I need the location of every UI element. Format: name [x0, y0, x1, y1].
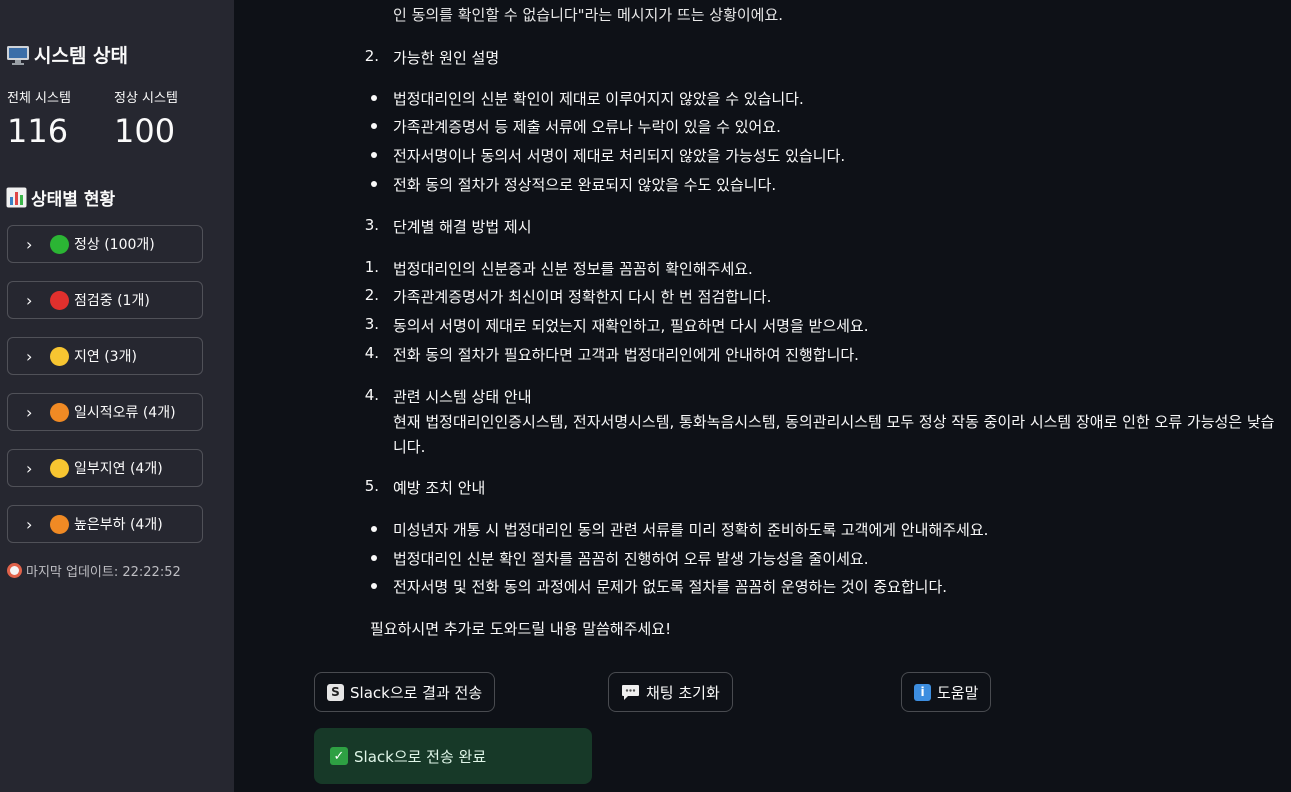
status-overview-heading: 상태별 현황	[6, 185, 115, 210]
last-update-text: 마지막 업데이트: 22:22:52	[26, 565, 181, 580]
help-label: 도움말	[937, 683, 979, 702]
expander-label: 높은부하 (4개)	[74, 517, 163, 533]
chevron-right-icon: ›	[26, 346, 33, 366]
system-status-text-cont: 니다.	[393, 438, 426, 456]
chat-area: 인 동의를 확인할 수 없습니다"라는 메시지가 뜨는 상황이에요. 2. 가능…	[234, 0, 1291, 792]
green-circle-icon	[50, 234, 69, 254]
list-item: 법정대리인 신분 확인 절차를 꼼꼼히 진행하여 오류 발생 가능성을 줄이세요…	[393, 550, 869, 568]
bar-chart-icon	[6, 187, 27, 208]
list-item: 전자서명 및 전화 동의 과정에서 문제가 없도록 절차를 꼼꼼히 운영하는 것…	[393, 578, 948, 596]
slack-send-button[interactable]: S Slack으로 결과 전송	[314, 672, 496, 712]
step-text: 동의서 서명이 제대로 되었는지 재확인하고, 필요하면 다시 서명을 받으세요…	[393, 317, 869, 335]
expander-normal[interactable]: › 정상 (100개)	[7, 225, 203, 263]
section-number: 3.	[364, 216, 379, 234]
success-alert: ✓ Slack으로 전송 완료	[314, 728, 592, 784]
list-item: 미성년자 개통 시 법정대리인 동의 관련 서류를 미리 정확히 준비하도록 고…	[393, 521, 989, 539]
closing-message: 필요하시면 추가로 도와드릴 내용 말씀해주세요!	[370, 620, 672, 638]
bullet-icon	[371, 181, 377, 187]
expander-partial-delay[interactable]: › 일부지연 (4개)	[7, 449, 203, 487]
list-item: 전화 동의 절차가 정상적으로 완료되지 않았을 수도 있습니다.	[393, 176, 777, 194]
bullet-icon	[371, 526, 377, 532]
step-text: 가족관계증명서가 최신이며 정확한지 다시 한 번 점검합니다.	[393, 288, 772, 306]
step-number: 2.	[364, 286, 379, 304]
reset-chat-button[interactable]: 채팅 초기화	[608, 672, 733, 712]
help-button[interactable]: i 도움말	[901, 672, 992, 712]
expander-label: 지연 (3개)	[74, 349, 137, 365]
yellow-circle-icon	[50, 346, 69, 366]
list-item: 전자서명이나 동의서 서명이 제대로 처리되지 않았을 가능성도 있습니다.	[393, 147, 846, 165]
sidebar-title-text: 시스템 상태	[34, 45, 129, 67]
chevron-right-icon: ›	[26, 514, 33, 534]
section-title-system-status: 관련 시스템 상태 안내	[393, 388, 532, 406]
chevron-right-icon: ›	[26, 458, 33, 478]
chevron-right-icon: ›	[26, 234, 33, 254]
expander-label: 점검중 (1개)	[74, 293, 150, 309]
chevron-right-icon: ›	[26, 402, 33, 422]
orange-circle-icon	[50, 514, 69, 534]
slack-s-icon: S	[327, 683, 344, 701]
yellow-circle-icon	[50, 458, 69, 478]
bullet-icon	[371, 152, 377, 158]
section-number: 4.	[364, 386, 379, 404]
last-update: 마지막 업데이트: 22:22:52	[7, 561, 181, 580]
section-title-causes: 가능한 원인 설명	[393, 49, 500, 67]
success-alert-text: Slack으로 전송 완료	[354, 747, 487, 766]
step-text: 법정대리인의 신분증과 신분 정보를 꼼꼼히 확인해주세요.	[393, 260, 753, 278]
bullet-icon	[371, 95, 377, 101]
expander-maintenance[interactable]: › 점검중 (1개)	[7, 281, 203, 319]
expander-label: 정상 (100개)	[74, 237, 155, 253]
expander-temporary-error[interactable]: › 일시적오류 (4개)	[7, 393, 203, 431]
section-number: 5.	[364, 477, 379, 495]
list-item: 법정대리인의 신분 확인이 제대로 이루어지지 않았을 수 있습니다.	[393, 90, 804, 108]
normal-systems-value: 100	[114, 112, 176, 150]
speech-bubble-icon	[622, 684, 639, 700]
orange-circle-icon	[50, 402, 69, 422]
bullet-icon	[371, 123, 377, 129]
system-status-text: 현재 법정대리인인증시스템, 전자서명시스템, 통화녹음시스템, 동의관리시스템…	[393, 413, 1275, 431]
red-circle-icon	[50, 290, 69, 310]
step-number: 1.	[364, 258, 379, 276]
slack-send-label: Slack으로 결과 전송	[350, 683, 483, 702]
expander-delay[interactable]: › 지연 (3개)	[7, 337, 203, 375]
list-item: 가족관계증명서 등 제출 서류에 오류나 누락이 있을 수 있어요.	[393, 118, 781, 136]
sidebar-title: 시스템 상태	[6, 41, 128, 68]
step-number: 4.	[364, 344, 379, 362]
total-systems-value: 116	[7, 112, 69, 150]
total-systems-label: 전체 시스템	[7, 91, 71, 106]
bullet-icon	[371, 583, 377, 589]
step-text: 전화 동의 절차가 필요하다면 고객과 법정대리인에게 안내하여 진행합니다.	[393, 346, 859, 364]
reset-chat-label: 채팅 초기화	[646, 683, 720, 702]
bullet-icon	[371, 555, 377, 561]
info-icon: i	[914, 683, 931, 701]
expander-high-load[interactable]: › 높은부하 (4개)	[7, 505, 203, 543]
expander-label: 일부지연 (4개)	[74, 461, 163, 477]
alarm-clock-icon	[7, 563, 22, 578]
check-mark-icon: ✓	[330, 747, 348, 765]
section-number: 2.	[364, 47, 379, 65]
expander-label: 일시적오류 (4개)	[74, 405, 176, 421]
desktop-computer-icon	[7, 45, 29, 65]
status-overview-heading-text: 상태별 현황	[31, 190, 116, 210]
partial-top-line: 인 동의를 확인할 수 없습니다"라는 메시지가 뜨는 상황이에요.	[393, 6, 784, 24]
sidebar: 시스템 상태 전체 시스템 116 정상 시스템 100 상태별 현황 › 정상…	[0, 0, 234, 792]
section-title-solutions: 단계별 해결 방법 제시	[393, 218, 532, 236]
step-number: 3.	[364, 315, 379, 333]
section-title-prevention: 예방 조치 안내	[393, 479, 486, 497]
chevron-right-icon: ›	[26, 290, 33, 310]
normal-systems-label: 정상 시스템	[114, 91, 178, 106]
